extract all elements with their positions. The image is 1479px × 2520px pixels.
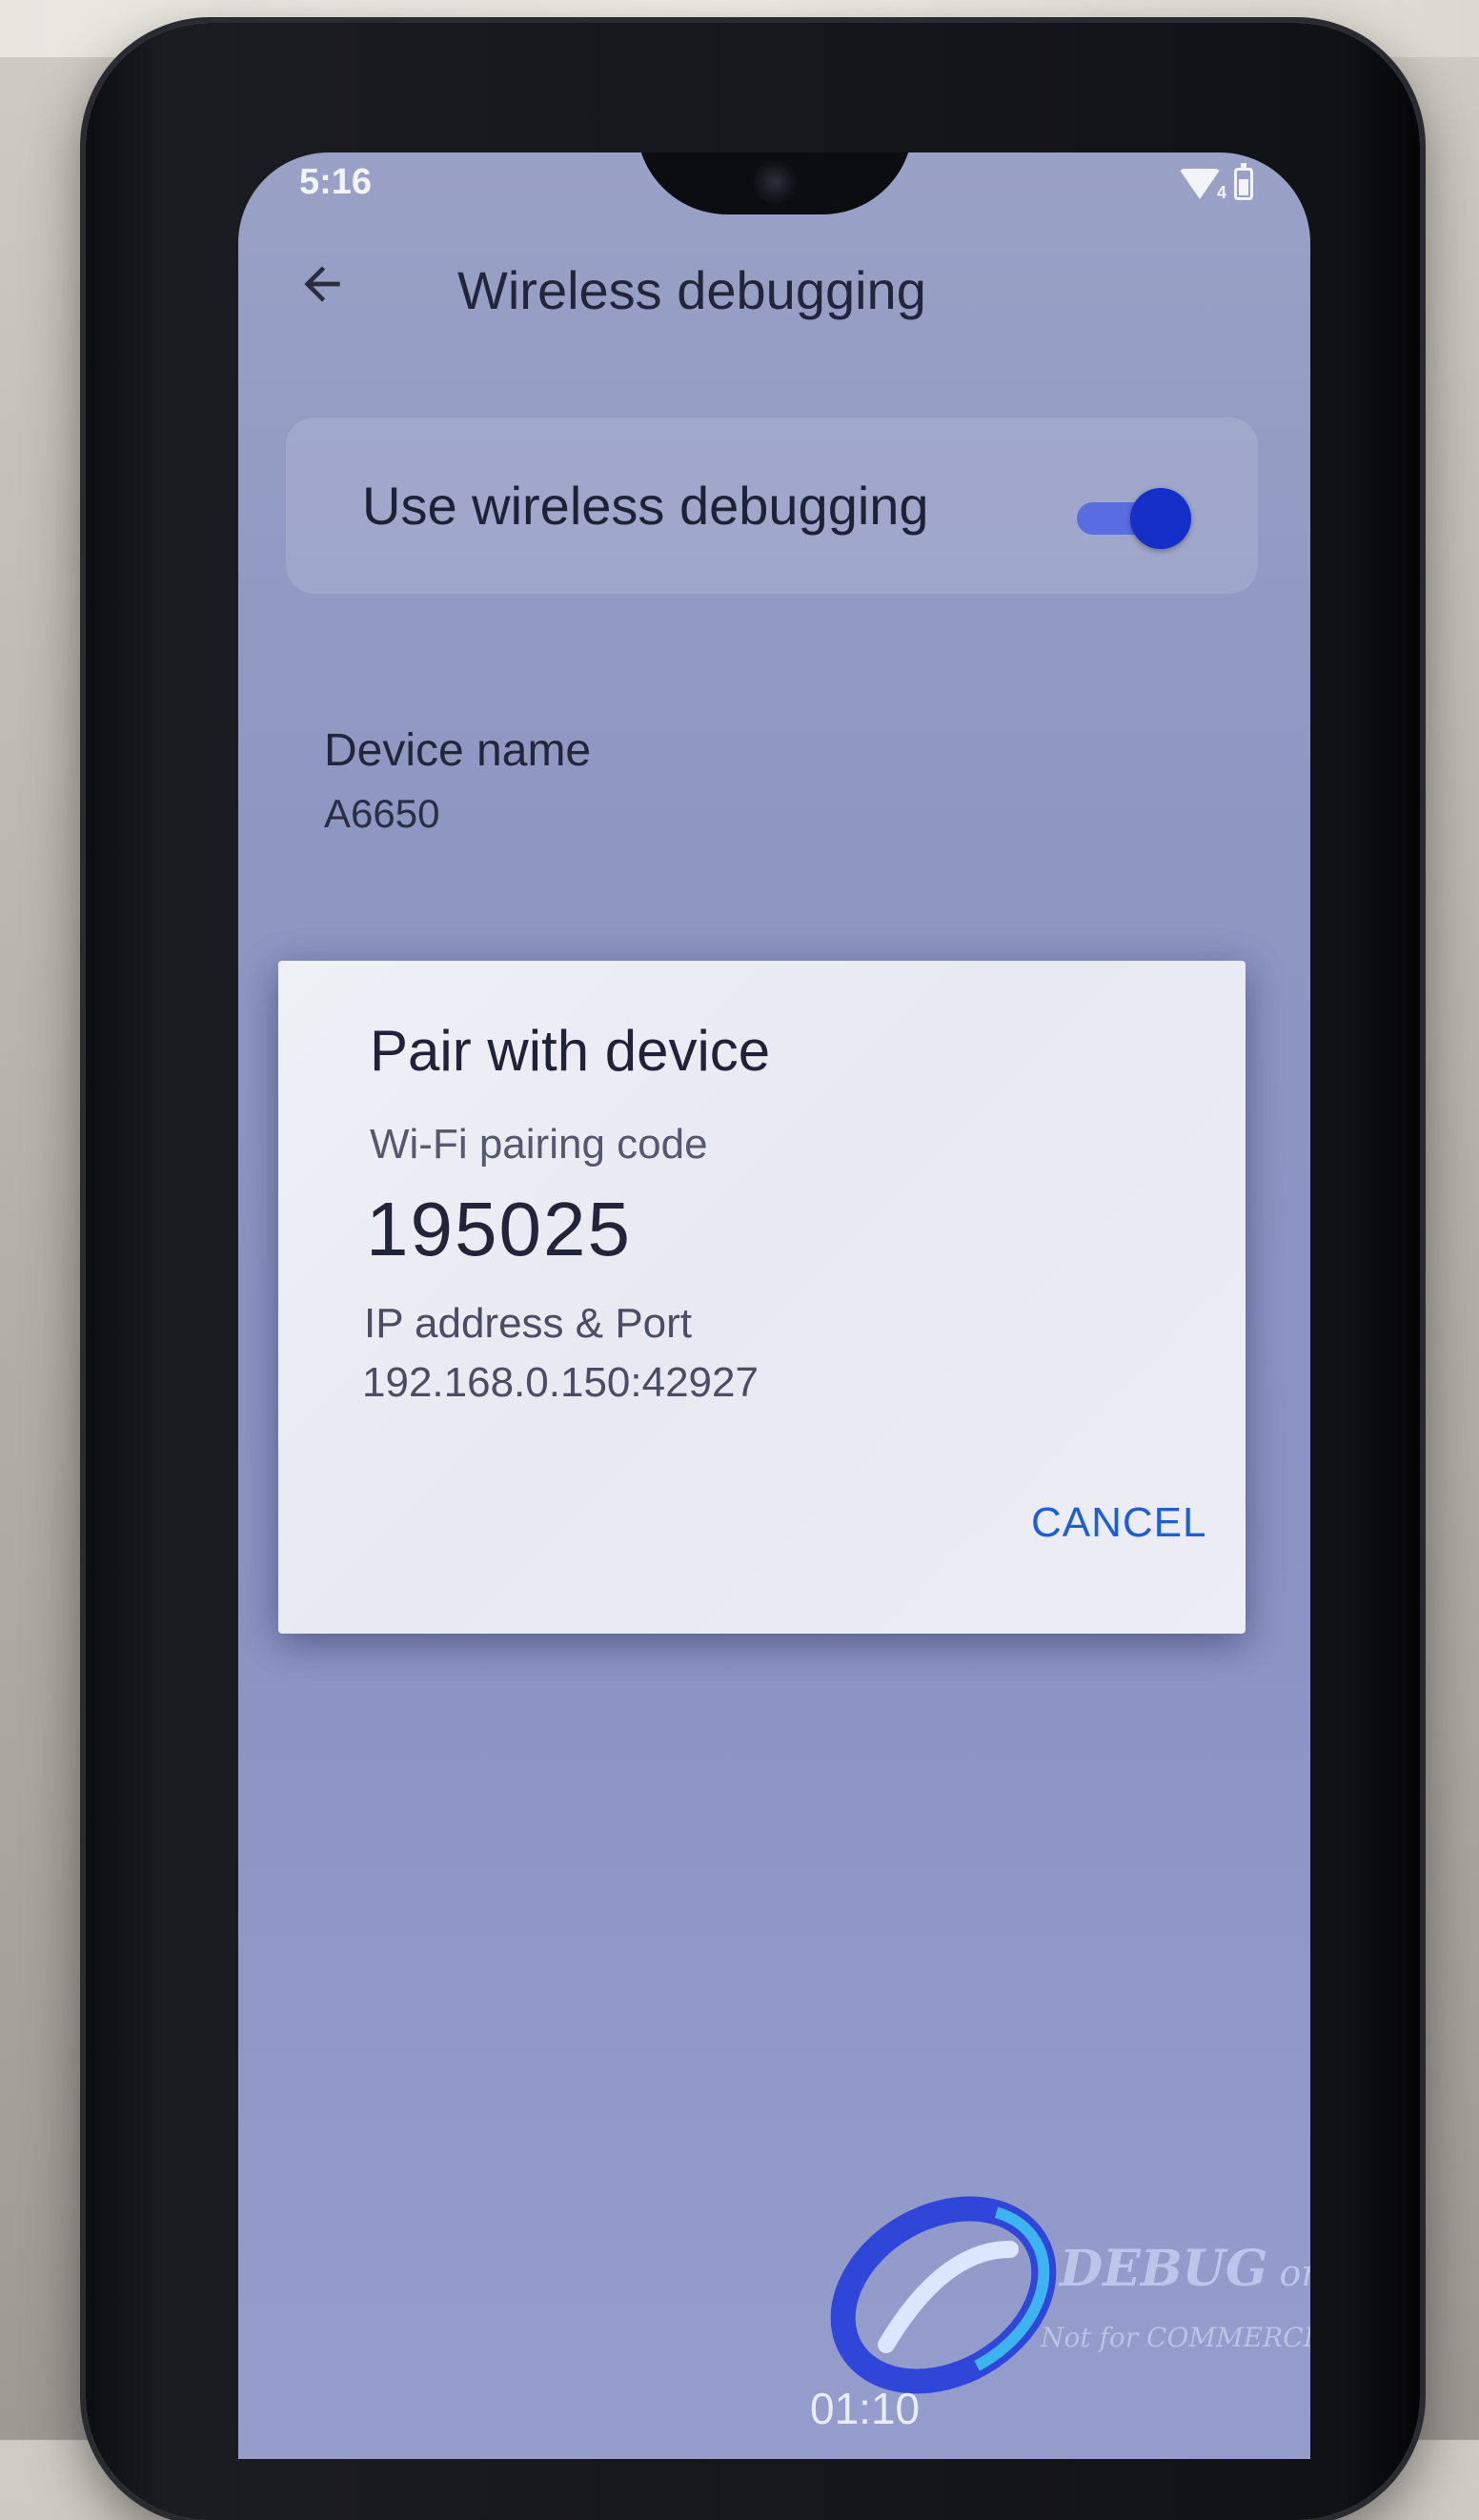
status-icons: 4 (1179, 163, 1253, 202)
battery-icon (1234, 163, 1253, 200)
pair-with-device-dialog: Pair with device Wi-Fi pairing code 1950… (278, 961, 1246, 1634)
debug-watermark-suffix: only (1279, 2252, 1310, 2294)
debug-watermark-subtext: Not for COMMERCIAL (1041, 2322, 1310, 2353)
status-time: 5:16 (299, 162, 373, 202)
device-name-title: Device name (324, 725, 592, 776)
camera-notch (637, 152, 913, 214)
ip-address-label: IP address & Port (364, 1300, 693, 1347)
debug-logo-icon (830, 2196, 1057, 2394)
pairing-code-label: Wi-Fi pairing code (370, 1121, 708, 1168)
wireless-debugging-label: Use wireless debugging (362, 476, 929, 536)
debug-watermark-text: DEBUG only (1060, 2240, 1310, 2298)
wifi-badge: 4 (1216, 183, 1226, 202)
cancel-button[interactable]: CANCEL (1031, 1499, 1207, 1547)
back-arrow-icon[interactable] (295, 257, 349, 311)
page-title: Wireless debugging (457, 260, 926, 320)
debug-watermark-main: DEBUG (1060, 2240, 1268, 2298)
pairing-code: 195025 (366, 1187, 632, 1271)
wireless-debugging-switch[interactable] (1077, 486, 1195, 549)
device-name-value: A6650 (324, 791, 440, 836)
switch-thumb (1130, 488, 1191, 549)
dialog-title: Pair with device (370, 1019, 771, 1083)
phone-screen: 5:16 4 Wireless debugging Use wireless d… (238, 152, 1310, 2459)
wireless-debugging-toggle-card[interactable]: Use wireless debugging (286, 417, 1258, 594)
overlay-timer: 01:10 (810, 2384, 921, 2433)
wifi-icon: 4 (1179, 169, 1226, 202)
ip-address-value: 192.168.0.150:42927 (362, 1359, 759, 1406)
